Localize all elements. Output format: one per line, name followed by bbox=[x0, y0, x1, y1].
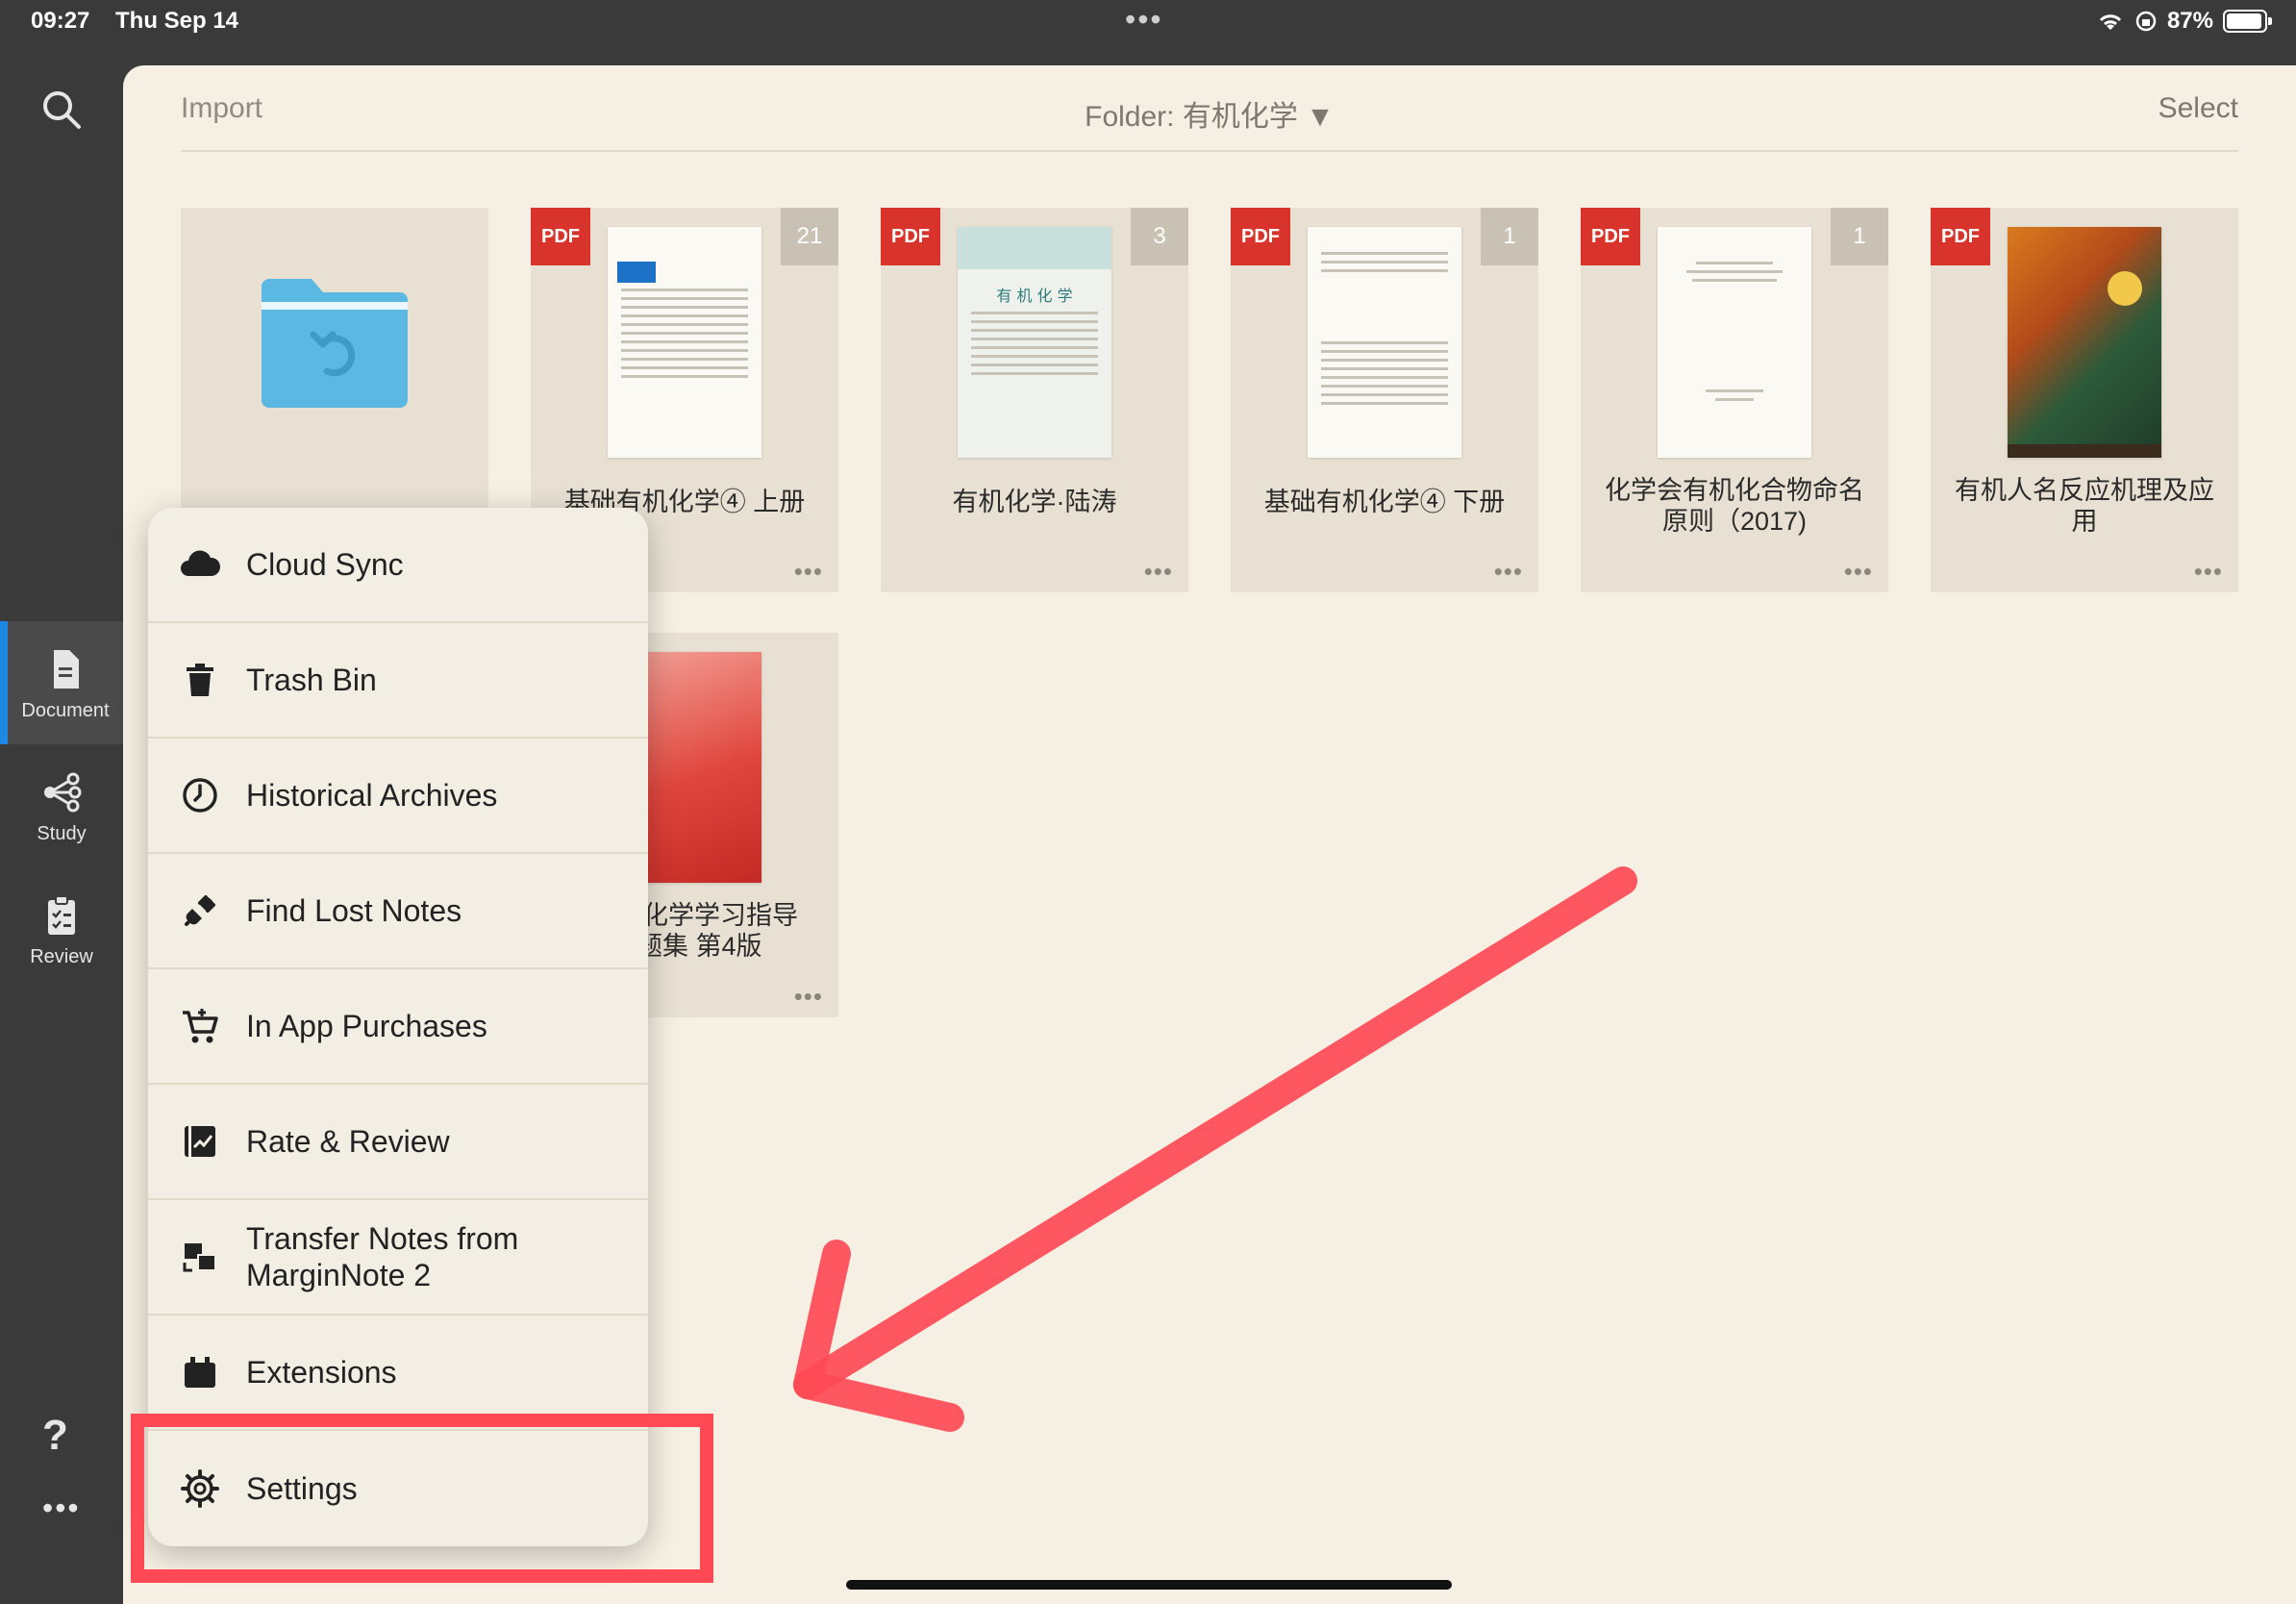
pdf-badge: PDF bbox=[1931, 208, 1990, 265]
clock-icon bbox=[183, 778, 217, 813]
status-date: Thu Sep 14 bbox=[115, 8, 239, 34]
more-icon[interactable]: ••• bbox=[42, 1491, 81, 1526]
menu-item-label: Trash Bin bbox=[246, 663, 377, 697]
menu-item-label: Rate & Review bbox=[246, 1124, 450, 1159]
menu-item-label: In App Purchases bbox=[246, 1009, 487, 1043]
help-icon[interactable]: ? bbox=[42, 1412, 68, 1460]
menu-item-transfer-notes[interactable]: Transfer Notes from MarginNote 2 bbox=[148, 1200, 648, 1316]
more-options-icon[interactable]: ••• bbox=[2194, 557, 2223, 587]
more-options-icon[interactable]: ••• bbox=[1844, 557, 1873, 587]
document-icon bbox=[54, 650, 79, 689]
note-count-badge: 1 bbox=[1481, 208, 1538, 265]
document-thumbnail: 有 机 化 学 bbox=[958, 227, 1111, 458]
note-count-badge: 21 bbox=[781, 208, 838, 265]
more-options-icon[interactable]: ••• bbox=[794, 557, 823, 587]
status-indicators: 87% bbox=[2096, 8, 2272, 35]
settings-popup-menu: Cloud Sync Trash Bin Historical Archives… bbox=[148, 508, 648, 1546]
battery-percent: 87% bbox=[2166, 8, 2213, 34]
rail-item-label: Study bbox=[37, 823, 87, 844]
note-count-badge: 3 bbox=[1131, 208, 1188, 265]
left-rail: Document Study Review ? ••• bbox=[0, 58, 123, 1604]
multitasking-dots-icon[interactable]: ••• bbox=[1125, 2, 1163, 38]
rail-item-review[interactable]: Review bbox=[0, 867, 123, 990]
document-card[interactable]: PDF 1 化学会有机化合物命名原则（2017) ••• bbox=[1581, 208, 1888, 592]
select-button[interactable]: Select bbox=[2159, 92, 2238, 125]
rail-item-label: Review bbox=[30, 946, 93, 967]
transfer-icon bbox=[183, 1243, 216, 1272]
menu-item-find-lost-notes[interactable]: Find Lost Notes bbox=[148, 854, 648, 969]
cloud-icon bbox=[181, 550, 221, 576]
document-thumbnail bbox=[1658, 227, 1811, 458]
document-title: 基础有机化学④ 下册 bbox=[1263, 488, 1506, 516]
menu-item-rate-review[interactable]: Rate & Review bbox=[148, 1085, 648, 1200]
rail-item-document[interactable]: Document bbox=[0, 621, 123, 744]
folder-back-icon bbox=[262, 279, 408, 408]
document-card[interactable]: PDF 1 基础有机化学④ 下册 ••• bbox=[1231, 208, 1538, 592]
cart-icon bbox=[183, 1009, 218, 1043]
wifi-icon bbox=[2099, 14, 2122, 30]
rail-item-label: Document bbox=[21, 700, 110, 721]
menu-item-label: Cloud Sync bbox=[246, 547, 404, 582]
document-card[interactable]: PDF 有机人名反应机理及应用 ••• bbox=[1931, 208, 2238, 592]
plug-icon bbox=[185, 895, 215, 926]
search-icon[interactable] bbox=[38, 87, 85, 133]
pdf-badge: PDF bbox=[881, 208, 940, 265]
more-options-icon[interactable]: ••• bbox=[1144, 557, 1173, 587]
review-clipboard-icon bbox=[48, 895, 75, 935]
mindmap-icon bbox=[44, 772, 82, 813]
library-toolbar: Import Folder: 有机化学 ▼ Select bbox=[181, 65, 2238, 152]
menu-item-label: Historical Archives bbox=[246, 778, 498, 813]
document-thumbnail bbox=[1308, 227, 1461, 458]
chart-icon bbox=[185, 1126, 215, 1157]
settings-highlight-box bbox=[131, 1414, 713, 1583]
status-bar: 09:27 Thu Sep 14 ••• 87% bbox=[0, 0, 2296, 58]
document-thumbnail bbox=[608, 227, 761, 458]
menu-item-in-app-purchases[interactable]: In App Purchases bbox=[148, 969, 648, 1085]
document-card[interactable]: PDF 3 有 机 化 学 有机化学·陆涛 ••• bbox=[881, 208, 1188, 592]
more-options-icon[interactable]: ••• bbox=[1494, 557, 1523, 587]
trash-icon bbox=[187, 664, 213, 696]
rail-item-study[interactable]: Study bbox=[0, 744, 123, 867]
document-title: l化学学习指导题集 第4版 bbox=[636, 901, 798, 961]
battery-icon bbox=[2223, 10, 2272, 33]
more-options-icon[interactable]: ••• bbox=[794, 982, 823, 1012]
menu-item-historical-archives[interactable]: Historical Archives bbox=[148, 739, 648, 854]
status-time: 09:27 bbox=[31, 8, 90, 34]
menu-item-trash-bin[interactable]: Trash Bin bbox=[148, 623, 648, 739]
document-title: 有机人名反应机理及应用 bbox=[1955, 476, 2214, 536]
extension-icon bbox=[185, 1357, 215, 1388]
pdf-badge: PDF bbox=[531, 208, 590, 265]
menu-item-label: Find Lost Notes bbox=[246, 893, 462, 928]
document-title: 化学会有机化合物命名原则（2017) bbox=[1605, 476, 1864, 536]
document-thumbnail bbox=[2008, 227, 2161, 458]
menu-item-label: Transfer Notes from MarginNote 2 bbox=[246, 1221, 519, 1292]
pdf-badge: PDF bbox=[1231, 208, 1290, 265]
pdf-badge: PDF bbox=[1581, 208, 1640, 265]
menu-item-cloud-sync[interactable]: Cloud Sync bbox=[148, 508, 648, 623]
menu-item-label: Extensions bbox=[246, 1355, 397, 1390]
document-title: 有机化学·陆涛 bbox=[952, 488, 1117, 516]
home-indicator[interactable] bbox=[846, 1580, 1452, 1590]
folder-selector[interactable]: Folder: 有机化学 ▼ bbox=[181, 92, 2238, 135]
note-count-badge: 1 bbox=[1831, 208, 1888, 265]
orientation-lock-icon bbox=[2135, 11, 2157, 32]
